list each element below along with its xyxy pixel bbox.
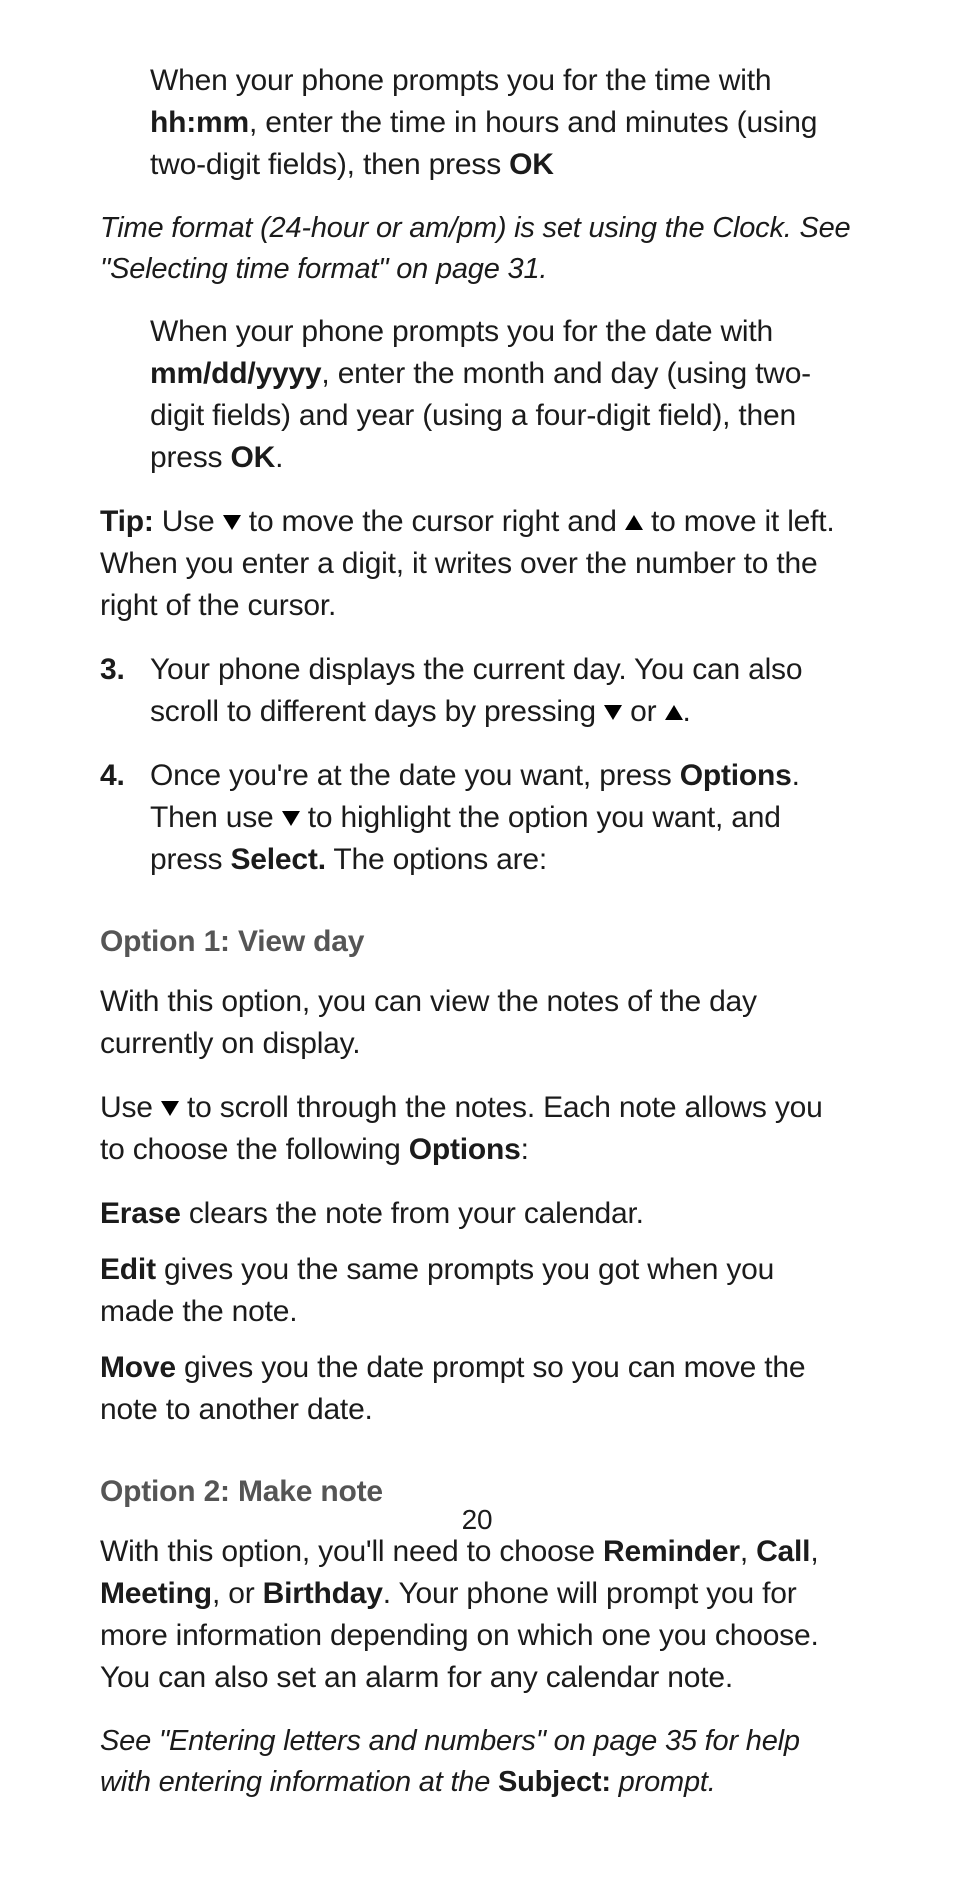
time-format-note: Time format (24-hour or am/pm) is set us… xyxy=(100,208,854,289)
label-subject: Subject: xyxy=(498,1766,611,1798)
option-1-scroll: Use to scroll through the notes. Each no… xyxy=(100,1087,854,1171)
text: , xyxy=(810,1535,818,1568)
erase-description: Erase clears the note from your calendar… xyxy=(100,1193,854,1235)
step-number: 3. xyxy=(100,649,150,733)
triangle-down-icon xyxy=(604,705,622,720)
text: . xyxy=(683,695,691,728)
label-reminder: Reminder xyxy=(603,1535,740,1568)
page-number: 20 xyxy=(0,1500,954,1539)
text: When your phone prompts you for the date… xyxy=(150,315,773,348)
text: gives you the date prompt so you can mov… xyxy=(100,1351,805,1426)
text: Your phone displays the current day. You… xyxy=(150,653,802,728)
label-erase: Erase xyxy=(100,1197,181,1230)
label-move: Move xyxy=(100,1351,176,1384)
step-3: 3. Your phone displays the current day. … xyxy=(100,649,854,733)
label-meeting: Meeting xyxy=(100,1577,212,1610)
label-mmddyyyy: mm/dd/yyyy xyxy=(150,357,321,390)
text: Use xyxy=(100,1091,161,1124)
text: , xyxy=(740,1535,756,1568)
label-birthday: Birthday xyxy=(263,1577,383,1610)
label-select: Select. xyxy=(231,843,326,876)
manual-page: When your phone prompts you for the time… xyxy=(0,0,954,1884)
step-number: 4. xyxy=(100,755,150,881)
label-ok: OK xyxy=(231,441,276,474)
see-reference-note: See "Entering letters and numbers" on pa… xyxy=(100,1721,854,1802)
triangle-down-icon xyxy=(282,811,300,826)
text: Use xyxy=(154,505,223,538)
option-1-description: With this option, you can view the notes… xyxy=(100,981,854,1065)
step-text: Your phone displays the current day. You… xyxy=(150,649,854,733)
date-entry-paragraph: When your phone prompts you for the date… xyxy=(150,311,854,479)
label-options: Options xyxy=(680,759,792,792)
label-ok: OK xyxy=(509,148,554,181)
tip-paragraph: Tip: Use to move the cursor right and to… xyxy=(100,501,854,627)
text: : xyxy=(521,1133,529,1166)
text: prompt. xyxy=(611,1766,716,1798)
label-call: Call xyxy=(756,1535,810,1568)
step-4: 4. Once you're at the date you want, pre… xyxy=(100,755,854,881)
label-edit: Edit xyxy=(100,1253,156,1286)
text: With this option, you'll need to choose xyxy=(100,1535,603,1568)
move-description: Move gives you the date prompt so you ca… xyxy=(100,1347,854,1431)
option-2-description: With this option, you'll need to choose … xyxy=(100,1531,854,1699)
edit-description: Edit gives you the same prompts you got … xyxy=(100,1249,854,1333)
option-1-heading: Option 1: View day xyxy=(100,921,854,963)
text: to move the cursor right and xyxy=(241,505,625,538)
text: or xyxy=(622,695,665,728)
time-entry-paragraph: When your phone prompts you for the time… xyxy=(150,60,854,186)
text: . xyxy=(275,441,283,474)
text: Once you're at the date you want, press xyxy=(150,759,680,792)
text: , or xyxy=(212,1577,263,1610)
step-text: Once you're at the date you want, press … xyxy=(150,755,854,881)
triangle-down-icon xyxy=(161,1101,179,1116)
label-tip: Tip: xyxy=(100,505,154,538)
label-options: Options xyxy=(409,1133,521,1166)
text: gives you the same prompts you got when … xyxy=(100,1253,774,1328)
text: When your phone prompts you for the time… xyxy=(150,64,771,97)
text: clears the note from your calendar. xyxy=(181,1197,644,1230)
text: , enter the time in hours and minutes (u… xyxy=(150,106,817,181)
triangle-up-icon xyxy=(665,705,683,720)
triangle-up-icon xyxy=(625,515,643,530)
text: The options are: xyxy=(326,843,547,876)
triangle-down-icon xyxy=(223,515,241,530)
label-hhmm: hh:mm xyxy=(150,106,249,139)
